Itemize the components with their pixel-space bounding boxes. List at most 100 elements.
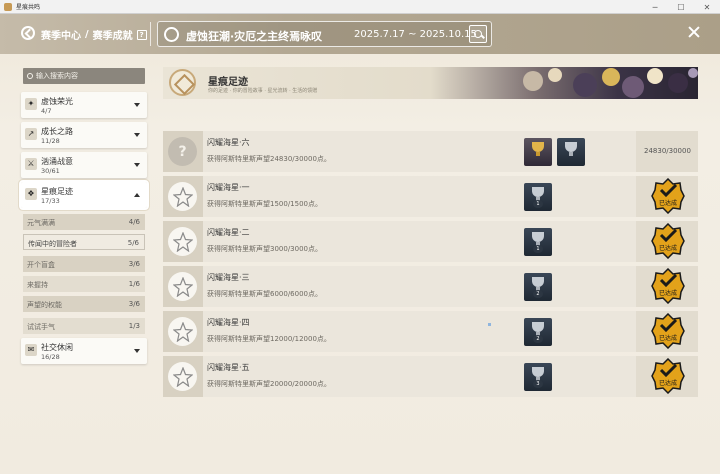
silver-trophy-icon[interactable]: 2 <box>524 318 552 346</box>
top-header: 赛季中心 / 赛季成就 ? 虚蚀狂潮·灾厄之主终焉咏叹 2025.7.17 ~ … <box>0 14 720 54</box>
achievement-status: 已达成 <box>636 356 698 397</box>
trophy-number: 1 <box>533 245 543 253</box>
claimed-stamp-icon: 已达成 <box>651 358 685 394</box>
starfish-emblem-icon <box>168 227 197 256</box>
window-controls: ─ ☐ ✕ <box>642 0 720 14</box>
subcategory-count: 1/3 <box>128 322 140 330</box>
mouse-cursor <box>488 323 491 326</box>
section-banner: 星痕足迹 你的足迹 · 你的冒险故事 · 星光流转 · 生活的馈赠 <box>163 67 698 99</box>
achievement-thumbnail <box>163 221 203 262</box>
achievement-desc: 获得阿斯特里斯声望20000/20000点。 <box>207 380 331 388</box>
starfish-emblem-icon <box>168 317 197 346</box>
app-icon <box>4 2 12 11</box>
search-icon <box>27 73 33 79</box>
breadcrumb-separator: / <box>85 29 89 40</box>
achievement-desc: 获得阿斯特里斯声望6000/6000点。 <box>207 290 322 298</box>
subcategory-name: 来握持 <box>27 281 48 289</box>
silver-trophy-icon[interactable]: 3 <box>524 363 552 391</box>
silver-trophy-icon[interactable] <box>557 138 585 166</box>
achievement-body: 闪耀海星·三 获得阿斯特里斯声望6000/6000点。 2 <box>203 266 636 307</box>
back-icon[interactable] <box>21 26 35 40</box>
category-growth[interactable]: ↗ 成长之路 11/28 <box>21 122 147 148</box>
achievement-thumbnail <box>163 356 203 397</box>
achievement-title: 闪耀海星·六 <box>207 138 250 147</box>
category-name: 星痕足迹 <box>41 187 73 196</box>
starfish-emblem-icon <box>168 182 197 211</box>
claimed-label: 已达成 <box>659 334 677 342</box>
achievement-row[interactable]: 闪耀海星·一 获得阿斯特里斯声望1500/1500点。 1 已达成 <box>163 176 698 217</box>
window-title: 星痕共鸣 <box>16 4 41 11</box>
subcategory-name: 元气满满 <box>27 219 55 227</box>
achievement-status: 已达成 <box>636 311 698 352</box>
achievement-row[interactable]: ? 闪耀海星·六 获得阿斯特里斯声望24830/30000点。 24830/30… <box>163 131 698 172</box>
achievement-thumbnail <box>163 311 203 352</box>
subcategory-item[interactable]: 声望的权能 3/6 <box>23 296 145 312</box>
claimed-stamp-icon: 已达成 <box>651 223 685 259</box>
swords-icon: ⚔ <box>25 158 37 170</box>
breadcrumb-home[interactable]: 赛季中心 <box>41 27 81 42</box>
achievement-status: 已达成 <box>636 176 698 217</box>
season-title: 虚蚀狂潮·灾厄之主终焉咏叹 <box>186 30 323 43</box>
category-name: 虚蚀荣光 <box>41 97 73 106</box>
season-dates: 2025.7.17 ~ 2025.10.15 <box>354 29 477 40</box>
starfish-emblem-icon <box>168 362 197 391</box>
subcategory-name: 开个盲盒 <box>27 261 55 269</box>
gold-trophy-icon[interactable] <box>524 138 552 166</box>
achievement-body: 闪耀海星·五 获得阿斯特里斯声望20000/20000点。 3 <box>203 356 636 397</box>
header-divider <box>150 22 151 46</box>
achievement-desc: 获得阿斯特里斯声望3000/3000点。 <box>207 245 322 253</box>
achievement-desc: 获得阿斯特里斯声望24830/30000点。 <box>207 155 331 163</box>
achievement-row[interactable]: 闪耀海星·五 获得阿斯特里斯声望20000/20000点。 3 已达成 <box>163 356 698 397</box>
breadcrumb-current: 赛季成就 <box>92 31 133 42</box>
maximize-button[interactable]: ☐ <box>668 0 694 14</box>
silver-trophy-icon[interactable]: 2 <box>524 273 552 301</box>
achievement-row[interactable]: 闪耀海星·二 获得阿斯特里斯声望3000/3000点。 1 已达成 <box>163 221 698 262</box>
trophy-number: 2 <box>533 290 543 298</box>
search-placeholder: 输入搜索内容 <box>36 72 78 80</box>
achievement-status: 已达成 <box>636 221 698 262</box>
achievement-thumbnail <box>163 266 203 307</box>
subcategory-item[interactable]: 元气满满 4/6 <box>23 214 145 230</box>
collapse-icon[interactable] <box>688 26 700 38</box>
subcategory-item[interactable]: 试试手气 1/3 <box>23 318 145 334</box>
claimed-label: 已达成 <box>659 379 677 387</box>
category-battle[interactable]: ⚔ 汹涌战意 30/61 <box>21 152 147 178</box>
category-name: 社交休闲 <box>41 343 73 352</box>
category-social[interactable]: ✉ 社交休闲 16/28 <box>21 338 147 364</box>
category-name: 成长之路 <box>41 127 73 136</box>
category-count: 30/61 <box>41 167 60 175</box>
silver-trophy-icon[interactable]: 1 <box>524 228 552 256</box>
starfish-emblem-icon <box>168 272 197 301</box>
subcategory-item[interactable]: 开个盲盒 3/6 <box>23 256 145 272</box>
close-button[interactable]: ✕ <box>694 0 720 14</box>
subcategory-item-selected[interactable]: 传闻中的冒险者 5/6 <box>23 234 145 250</box>
achievement-body: 闪耀海星·四 获得阿斯特里斯声望12000/12000点。 2 <box>203 311 636 352</box>
trophy-number: 3 <box>533 380 543 388</box>
chevron-down-icon <box>134 103 140 107</box>
achievement-status: 已达成 <box>636 266 698 307</box>
trophy-number: 1 <box>533 200 543 208</box>
badge-icon: ✦ <box>25 98 37 110</box>
help-icon[interactable]: ? <box>136 29 147 40</box>
silver-trophy-icon[interactable]: 1 <box>524 183 552 211</box>
category-count: 4/7 <box>41 107 52 115</box>
achievement-progress: 24830/30000 <box>644 147 691 155</box>
search-input[interactable]: 输入搜索内容 <box>23 68 145 84</box>
category-count: 16/28 <box>41 353 60 361</box>
achievement-thumbnail: ? <box>163 131 203 172</box>
category-glory[interactable]: ✦ 虚蚀荣光 4/7 <box>21 92 147 118</box>
achievement-row[interactable]: 闪耀海星·三 获得阿斯特里斯声望6000/6000点。 2 已达成 <box>163 266 698 307</box>
season-search-icon[interactable] <box>469 25 487 43</box>
window-titlebar: 星痕共鸣 ─ ☐ ✕ <box>0 0 720 14</box>
subcategory-item[interactable]: 来握持 1/6 <box>23 276 145 292</box>
achievement-body: 闪耀海星·二 获得阿斯特里斯声望3000/3000点。 1 <box>203 221 636 262</box>
minimize-button[interactable]: ─ <box>642 0 668 14</box>
achievement-desc: 获得阿斯特里斯声望12000/12000点。 <box>207 335 331 343</box>
app-root: 赛季中心 / 赛季成就 ? 虚蚀狂潮·灾厄之主终焉咏叹 2025.7.17 ~ … <box>0 14 720 474</box>
section-subtitle: 你的足迹 · 你的冒险故事 · 星光流转 · 生活的馈赠 <box>208 88 318 94</box>
chevron-down-icon <box>134 163 140 167</box>
category-footprints[interactable]: ❖ 星痕足迹 17/33 <box>19 180 149 210</box>
trophy-number: 2 <box>533 335 543 343</box>
achievement-row[interactable]: 闪耀海星·四 获得阿斯特里斯声望12000/12000点。 2 已达成 <box>163 311 698 352</box>
character-artwork <box>523 68 698 98</box>
